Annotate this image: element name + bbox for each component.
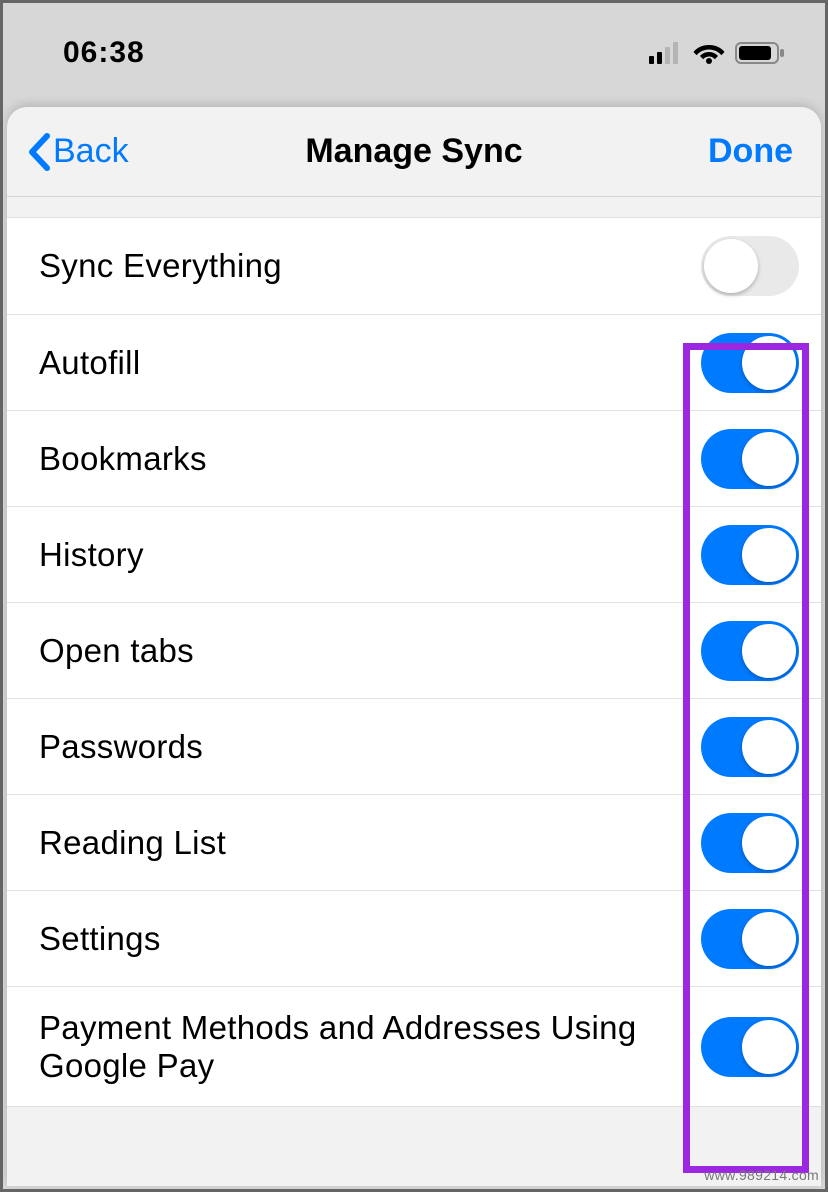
toggle-autofill[interactable] <box>701 333 799 393</box>
toggle-payment-methods[interactable] <box>701 1017 799 1077</box>
toggle-bookmarks[interactable] <box>701 429 799 489</box>
row-label: Sync Everything <box>39 247 701 285</box>
back-label: Back <box>53 132 129 171</box>
device-frame: 06:38 <box>0 0 828 1192</box>
status-right <box>649 42 785 64</box>
status-bar: 06:38 <box>3 3 825 103</box>
row-history: History <box>7 507 821 603</box>
toggle-open-tabs[interactable] <box>701 621 799 681</box>
toggle-reading-list[interactable] <box>701 813 799 873</box>
row-passwords: Passwords <box>7 699 821 795</box>
wifi-icon <box>693 42 725 64</box>
battery-icon <box>735 42 785 64</box>
row-label: Reading List <box>39 824 701 862</box>
row-bookmarks: Bookmarks <box>7 411 821 507</box>
toggle-sync-everything[interactable] <box>701 236 799 296</box>
toggle-history[interactable] <box>701 525 799 585</box>
row-reading-list: Reading List <box>7 795 821 891</box>
done-button[interactable]: Done <box>708 132 793 171</box>
settings-sheet: Back Manage Sync Done Sync Everything Au… <box>7 107 821 1186</box>
row-label: Settings <box>39 920 701 958</box>
row-autofill: Autofill <box>7 315 821 411</box>
row-label: History <box>39 536 701 574</box>
signal-icon <box>649 42 683 64</box>
row-payment-methods: Payment Methods and Addresses Using Goog… <box>7 987 821 1107</box>
row-label: Autofill <box>39 344 701 382</box>
page-title: Manage Sync <box>305 132 522 171</box>
row-open-tabs: Open tabs <box>7 603 821 699</box>
row-settings: Settings <box>7 891 821 987</box>
back-button[interactable]: Back <box>27 132 129 171</box>
settings-list: Sync Everything Autofill Bookmarks Histo… <box>7 217 821 1107</box>
nav-bar: Back Manage Sync Done <box>7 107 821 197</box>
toggle-settings[interactable] <box>701 909 799 969</box>
status-time: 06:38 <box>63 36 145 70</box>
row-sync-everything: Sync Everything <box>7 217 821 315</box>
row-label: Bookmarks <box>39 440 701 478</box>
row-label: Payment Methods and Addresses Using Goog… <box>39 1009 701 1085</box>
row-label: Passwords <box>39 728 701 766</box>
watermark-text: www.989214.com <box>704 1167 819 1183</box>
row-label: Open tabs <box>39 632 701 670</box>
chevron-left-icon <box>27 133 51 171</box>
toggle-passwords[interactable] <box>701 717 799 777</box>
